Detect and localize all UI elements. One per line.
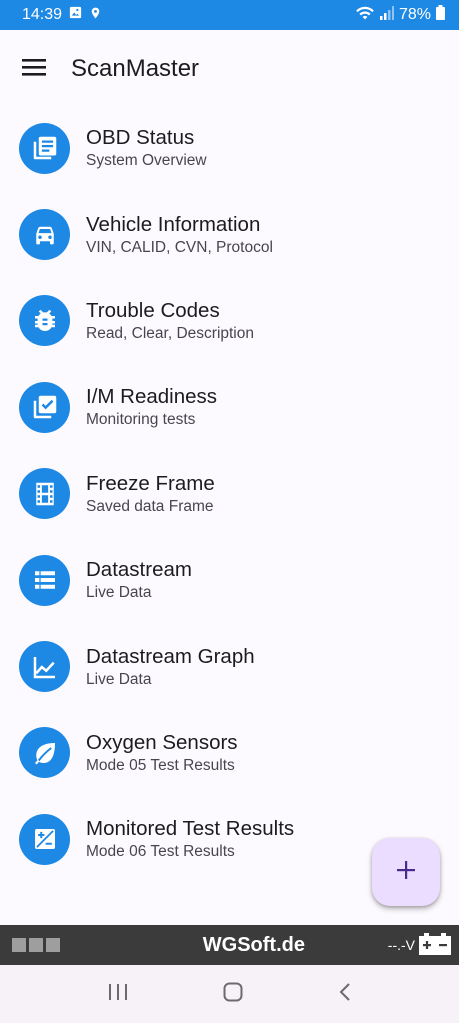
menu-item-title: Oxygen Sensors	[86, 730, 238, 754]
menu-list: OBD Status System Overview Vehicle Infor…	[0, 105, 459, 883]
table-list-icon	[19, 554, 70, 606]
app-title: ScanMaster	[71, 55, 200, 82]
hamburger-menu-icon[interactable]	[22, 57, 46, 82]
line-chart-icon	[19, 641, 70, 693]
menu-item-title: I/M Readiness	[86, 385, 218, 409]
back-icon[interactable]	[338, 981, 352, 1008]
menu-item-trouble-codes[interactable]: Trouble Codes Read, Clear, Description	[0, 278, 459, 364]
menu-item-datastream[interactable]: Datastream Live Data	[0, 537, 459, 623]
menu-item-title: OBD Status	[86, 126, 195, 150]
brand-label: WGSoft.de	[202, 933, 305, 956]
status-bar: 14:39 78%	[0, 0, 459, 30]
film-icon	[19, 468, 70, 520]
battery-percent: 78%	[398, 6, 431, 23]
leaf-icon	[19, 727, 70, 779]
menu-item-subtitle: Mode 06 Test Results	[86, 843, 235, 861]
menu-item-title: Vehicle Information	[86, 212, 261, 236]
menu-item-freeze-frame[interactable]: Freeze Frame Saved data Frame	[0, 451, 459, 537]
menu-item-subtitle: Live Data	[86, 670, 152, 688]
image-icon	[68, 5, 83, 25]
menu-item-title: Monitored Test Results	[86, 817, 295, 841]
bug-icon	[19, 295, 70, 347]
menu-item-subtitle: Mode 05 Test Results	[86, 756, 235, 774]
checklist-icon	[19, 381, 70, 433]
app-bar: ScanMaster	[0, 30, 459, 108]
plus-minus-box-icon	[19, 813, 70, 865]
list-document-icon	[19, 122, 70, 174]
menu-item-subtitle: Live Data	[86, 584, 152, 602]
menu-item-title: Freeze Frame	[86, 471, 215, 495]
menu-item-title: Datastream	[86, 558, 192, 582]
menu-item-subtitle: Monitoring tests	[86, 411, 196, 429]
menu-item-subtitle: VIN, CALID, CVN, Protocol	[86, 238, 273, 256]
car-battery-icon	[419, 932, 451, 958]
menu-item-title: Datastream Graph	[86, 644, 255, 668]
recents-icon[interactable]	[107, 982, 129, 1007]
menu-item-subtitle: System Overview	[86, 152, 207, 170]
add-fab-button[interactable]	[372, 838, 440, 906]
signal-icon	[379, 5, 394, 25]
menu-item-vehicle-information[interactable]: Vehicle Information VIN, CALID, CVN, Pro…	[0, 191, 459, 277]
menu-item-datastream-graph[interactable]: Datastream Graph Live Data	[0, 623, 459, 709]
home-icon[interactable]	[222, 981, 244, 1008]
connection-status-icon	[12, 938, 60, 952]
menu-item-subtitle: Read, Clear, Description	[86, 324, 254, 342]
plus-icon	[396, 860, 416, 885]
menu-item-obd-status[interactable]: OBD Status System Overview	[0, 105, 459, 191]
car-icon	[19, 209, 70, 261]
location-icon	[89, 5, 102, 26]
menu-item-title: Trouble Codes	[86, 298, 220, 322]
menu-item-im-readiness[interactable]: I/M Readiness Monitoring tests	[0, 364, 459, 450]
system-nav-bar	[0, 965, 459, 1023]
wifi-icon	[355, 5, 375, 26]
status-time: 14:39	[22, 6, 63, 23]
menu-item-oxygen-sensors[interactable]: Oxygen Sensors Mode 05 Test Results	[0, 710, 459, 796]
menu-item-subtitle: Saved data Frame	[86, 497, 214, 515]
battery-icon	[436, 5, 445, 25]
voltage-readout: --.-V	[387, 937, 415, 953]
bottom-status-bar: WGSoft.de --.-V	[0, 925, 459, 965]
